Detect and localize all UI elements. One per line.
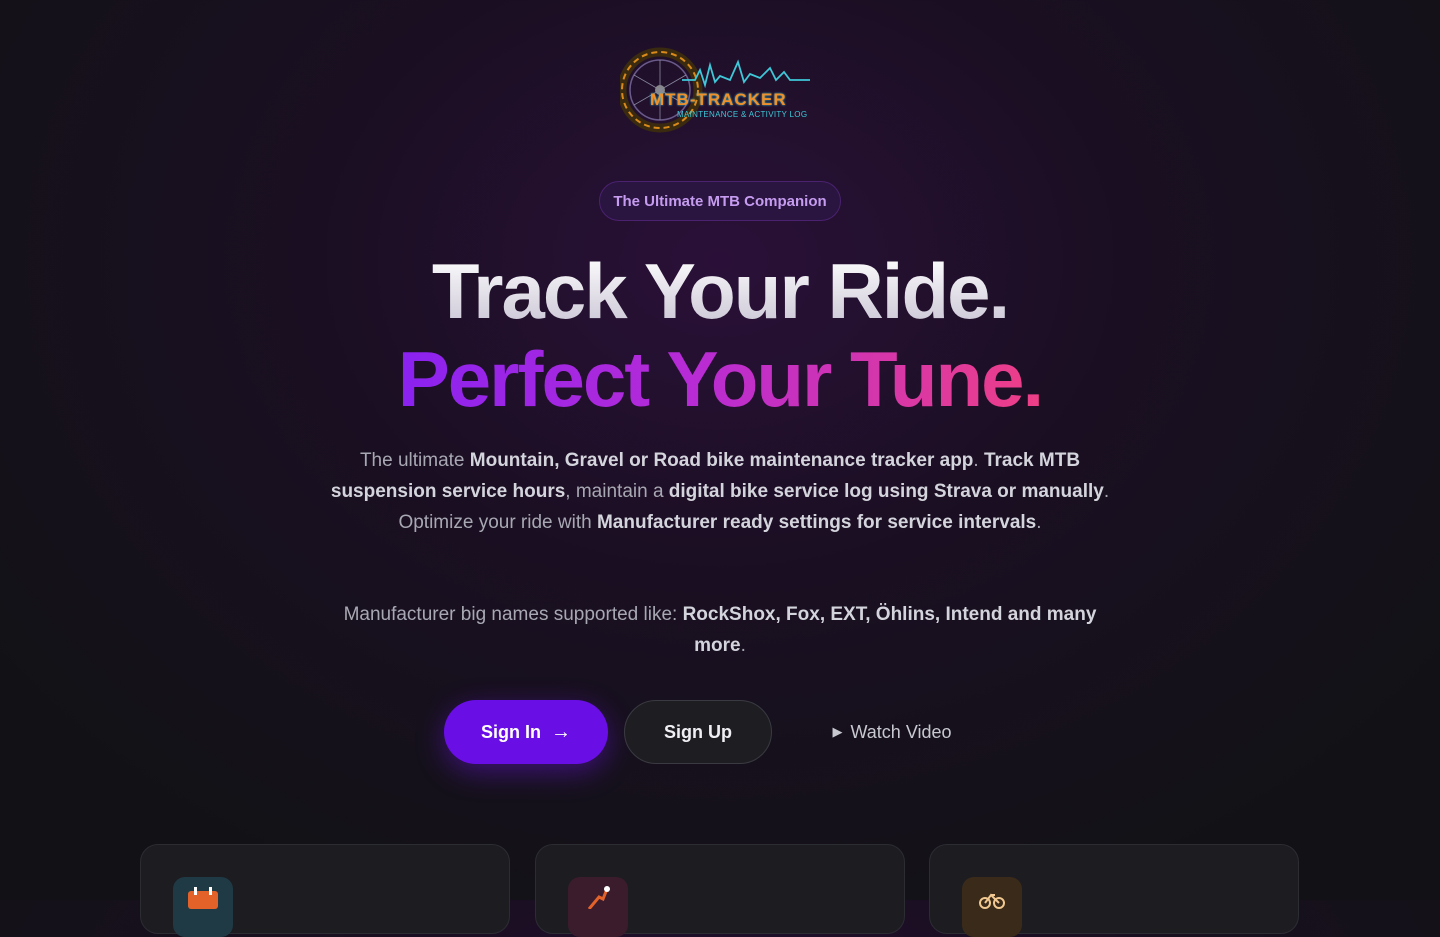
feature-card <box>929 844 1299 937</box>
sign-up-label: Sign Up <box>664 721 732 742</box>
tagline-badge: The Ultimate MTB Companion <box>599 181 841 221</box>
desc-text: . <box>973 450 984 471</box>
arrow-right-icon: → <box>551 720 571 743</box>
play-icon: ▶ <box>832 724 843 739</box>
bike-icon <box>962 877 1022 937</box>
desc-bold: digital bike service log using Strava or… <box>668 481 1104 502</box>
desc-text: Manufacturer big names supported like: <box>343 604 683 625</box>
sign-in-button[interactable]: Sign In → <box>444 700 608 764</box>
desc-text: The ultimate <box>359 450 470 471</box>
desc-text: . <box>740 635 746 656</box>
headline-line-1: Track Your Ride. <box>0 252 1440 330</box>
logo-title: MTB-TRACKER <box>650 90 787 109</box>
hero-description: The ultimate Mountain, Gravel or Road bi… <box>330 445 1110 538</box>
app-logo: MTB-TRACKER MAINTENANCE & ACTIVITY LOG <box>617 40 820 136</box>
feature-card <box>535 844 905 937</box>
calendar-icon <box>173 877 233 937</box>
desc-bold: Mountain, Gravel or Road bike maintenanc… <box>469 450 974 471</box>
headline-line-2-text: Perfect Your Tune. <box>397 335 1044 423</box>
desc-bold: Manufacturer ready settings for service … <box>596 512 1037 533</box>
watch-video-label: Watch Video <box>850 721 952 742</box>
desc-text: , maintain a <box>565 481 669 502</box>
manufacturers-description: Manufacturer big names supported like: R… <box>330 599 1110 661</box>
sign-in-label: Sign In <box>481 721 541 742</box>
logo-subtitle: MAINTENANCE & ACTIVITY LOG <box>677 110 808 119</box>
watch-video-button[interactable]: ▶ Watch Video <box>812 700 972 764</box>
sign-up-button[interactable]: Sign Up <box>624 700 772 764</box>
wheel-logo-icon <box>617 47 810 133</box>
wrench-icon <box>568 877 628 937</box>
feature-card <box>140 844 510 937</box>
headline-line-2: Perfect Your Tune. <box>0 340 1440 418</box>
desc-text: . <box>1036 512 1042 533</box>
